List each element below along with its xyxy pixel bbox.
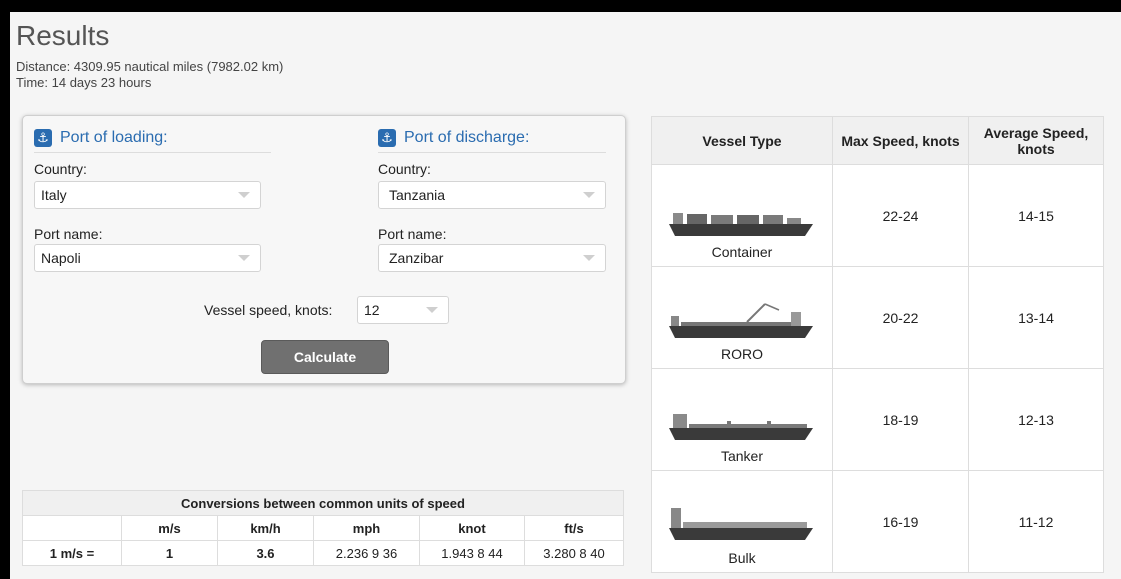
chevron-down-icon [426, 307, 438, 313]
vessel-header-row: Vessel Type Max Speed, knots Average Spe… [651, 116, 1104, 165]
vessel-max-speed: 18-19 [832, 368, 969, 471]
discharge-country-value: Tanzania [389, 187, 446, 203]
loading-country-label: Country: [34, 161, 87, 177]
loading-title: Port of loading: [60, 129, 168, 146]
vessel-avg-speed: 11-12 [968, 470, 1104, 573]
roro-ship-image [669, 302, 813, 338]
loading-port-value: Napoli [41, 250, 81, 266]
loading-header: ⚓ Port of loading: [34, 129, 168, 147]
conversion-cell: 1 m/s = [22, 540, 122, 566]
conversion-header-cell: knot [419, 515, 525, 541]
loading-port-label: Port name: [34, 226, 103, 242]
vessel-max-speed: 16-19 [832, 470, 969, 573]
discharge-country-select[interactable]: Tanzania [378, 181, 606, 209]
loading-country-select[interactable]: Italy [34, 181, 261, 209]
vessel-type-cell: Bulk [651, 470, 833, 573]
conversion-header-row: m/s km/h mph knot ft/s [22, 515, 624, 541]
vessel-header-cell: Average Speed, knots [968, 116, 1104, 165]
vessel-row: RORO 20-22 13-14 [651, 266, 1104, 369]
chevron-down-icon [238, 255, 250, 261]
speed-conversion-table: Conversions between common units of spee… [22, 490, 624, 566]
vessel-avg-speed: 12-13 [968, 368, 1104, 471]
vessel-speed-label: Vessel speed, knots: [204, 302, 333, 318]
divider [378, 152, 606, 153]
vessel-speed-value: 12 [364, 302, 380, 318]
vessel-name: Bulk [728, 549, 756, 566]
vessel-header-cell: Vessel Type [651, 116, 833, 165]
vessel-row: Container 22-24 14-15 [651, 164, 1104, 267]
discharge-port-label: Port name: [378, 226, 447, 242]
vessel-avg-speed: 14-15 [968, 164, 1104, 267]
vessel-header-cell: Max Speed, knots [832, 116, 969, 165]
discharge-port-select[interactable]: Zanzibar [378, 244, 606, 272]
vessel-avg-speed: 13-14 [968, 266, 1104, 369]
conversion-header-cell: km/h [217, 515, 314, 541]
calculate-button[interactable]: Calculate [261, 340, 389, 374]
vessel-speed-table: Vessel Type Max Speed, knots Average Spe… [651, 116, 1104, 573]
chevron-down-icon [583, 255, 595, 261]
vessel-name: RORO [721, 345, 763, 362]
vessel-type-cell: RORO [651, 266, 833, 369]
conversion-cell: 2.236 9 36 [313, 540, 420, 566]
conversion-cell: 1 [121, 540, 218, 566]
loading-port-select[interactable]: Napoli [34, 244, 261, 272]
route-form-panel: ⚓ Port of loading: Country: Italy Port n… [22, 115, 626, 384]
vessel-name: Container [711, 243, 773, 260]
conversion-header-cell: m/s [121, 515, 218, 541]
discharge-header: ⚓ Port of discharge: [378, 129, 529, 147]
chevron-down-icon [238, 192, 250, 198]
container-ship-image [669, 212, 813, 236]
results-page: Results Distance: 4309.95 nautical miles… [10, 12, 1121, 579]
conversion-cell: 3.6 [217, 540, 314, 566]
vessel-type-cell: Container [651, 164, 833, 267]
vessel-row: Tanker 18-19 12-13 [651, 368, 1104, 471]
conversion-cell: 3.280 8 40 [524, 540, 624, 566]
vessel-name: Tanker [720, 447, 764, 464]
tanker-ship-image [669, 413, 813, 440]
discharge-title: Port of discharge: [404, 129, 530, 146]
bulk-ship-image [669, 507, 813, 540]
anchor-icon: ⚓ [34, 129, 52, 147]
discharge-country-label: Country: [378, 161, 431, 177]
conversion-header-cell: mph [313, 515, 420, 541]
vessel-max-speed: 22-24 [832, 164, 969, 267]
conversion-caption: Conversions between common units of spee… [22, 490, 624, 516]
conversion-header-cell: ft/s [524, 515, 624, 541]
conversion-header-cell [22, 515, 122, 541]
discharge-port-value: Zanzibar [389, 250, 444, 266]
divider [34, 152, 271, 153]
vessel-speed-select[interactable]: 12 [357, 296, 449, 324]
conversion-cell: 1.943 8 44 [419, 540, 525, 566]
results-title: Results [16, 20, 110, 51]
vessel-max-speed: 20-22 [832, 266, 969, 369]
time-text: Time: 14 days 23 hours [16, 75, 152, 90]
vessel-row: Bulk 16-19 11-12 [651, 470, 1104, 573]
conversion-row: 1 m/s = 1 3.6 2.236 9 36 1.943 8 44 3.28… [22, 540, 624, 566]
chevron-down-icon [583, 192, 595, 198]
vessel-type-cell: Tanker [651, 368, 833, 471]
distance-text: Distance: 4309.95 nautical miles (7982.0… [16, 59, 284, 74]
loading-country-value: Italy [41, 187, 67, 203]
anchor-icon: ⚓ [378, 129, 396, 147]
